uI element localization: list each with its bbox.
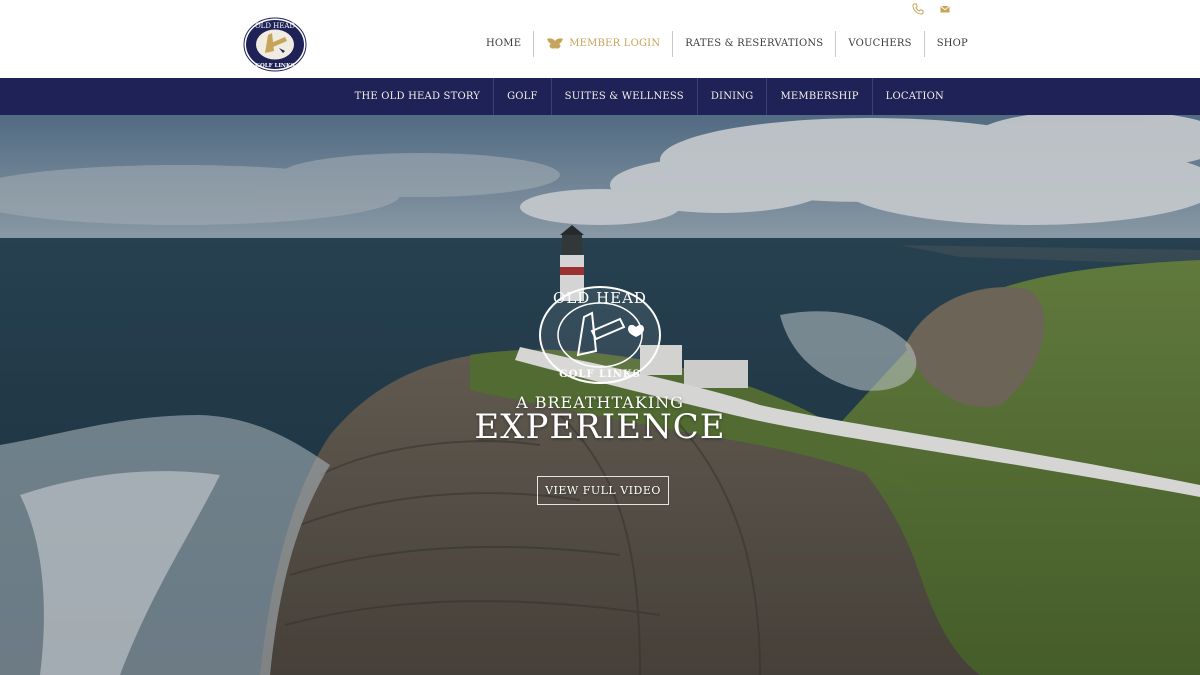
- mail-icon[interactable]: [939, 3, 951, 15]
- top-nav-rates-reservations[interactable]: RATES & RESERVATIONS: [673, 31, 837, 57]
- top-nav-home[interactable]: HOME: [474, 31, 535, 57]
- logo-bottom-text: GOLF LINKS: [255, 63, 294, 69]
- top-nav-home-label: HOME: [485, 38, 522, 49]
- hero-logo: OLD HEAD GOLF LINKS: [538, 285, 662, 385]
- utility-icons: [912, 3, 951, 15]
- top-nav-vouchers-label: VOUCHERS: [848, 38, 912, 49]
- logo-top-text: OLD HEAD: [255, 22, 295, 30]
- main-nav-golf[interactable]: GOLF: [494, 78, 552, 115]
- main-nav-location[interactable]: LOCATION: [873, 78, 957, 115]
- main-nav-membership[interactable]: MEMBERSHIP: [767, 78, 873, 115]
- hero-logo-bottom-text: GOLF LINKS: [559, 369, 641, 380]
- top-nav-member-login[interactable]: MEMBER LOGIN: [534, 31, 674, 57]
- main-nav-suites-wellness[interactable]: SUITES & WELLNESS: [552, 78, 698, 115]
- top-nav-vouchers[interactable]: VOUCHERS: [836, 31, 925, 57]
- top-nav-shop-label: SHOP: [936, 38, 968, 49]
- view-full-video-button[interactable]: VIEW FULL VIDEO: [537, 476, 669, 505]
- hero-tagline-big: EXPERIENCE: [474, 407, 726, 447]
- logo-emblem: OLD HEAD GOLF LINKS: [243, 17, 307, 72]
- top-header: OLD HEAD GOLF LINKS HOME MEMBER LOGIN RA…: [0, 0, 1200, 78]
- wings-icon: [546, 37, 564, 51]
- top-nav: HOME MEMBER LOGIN RATES & RESERVATIONS V…: [474, 31, 968, 57]
- top-nav-rates-label: RATES & RESERVATIONS: [685, 38, 824, 49]
- old-head-logo[interactable]: OLD HEAD GOLF LINKS: [243, 17, 307, 72]
- phone-icon[interactable]: [912, 3, 924, 15]
- top-nav-member-login-label: MEMBER LOGIN: [569, 38, 661, 49]
- main-nav-old-head-story[interactable]: THE OLD HEAD STORY: [342, 78, 495, 115]
- hero-video: OLD HEAD GOLF LINKS A BREATHTAKING EXPER…: [0, 115, 1200, 675]
- top-nav-shop[interactable]: SHOP: [925, 31, 968, 57]
- main-nav: THE OLD HEAD STORY GOLF SUITES & WELLNES…: [0, 78, 1200, 115]
- hero-logo-top-text: OLD HEAD: [553, 289, 647, 307]
- main-nav-dining[interactable]: DINING: [698, 78, 768, 115]
